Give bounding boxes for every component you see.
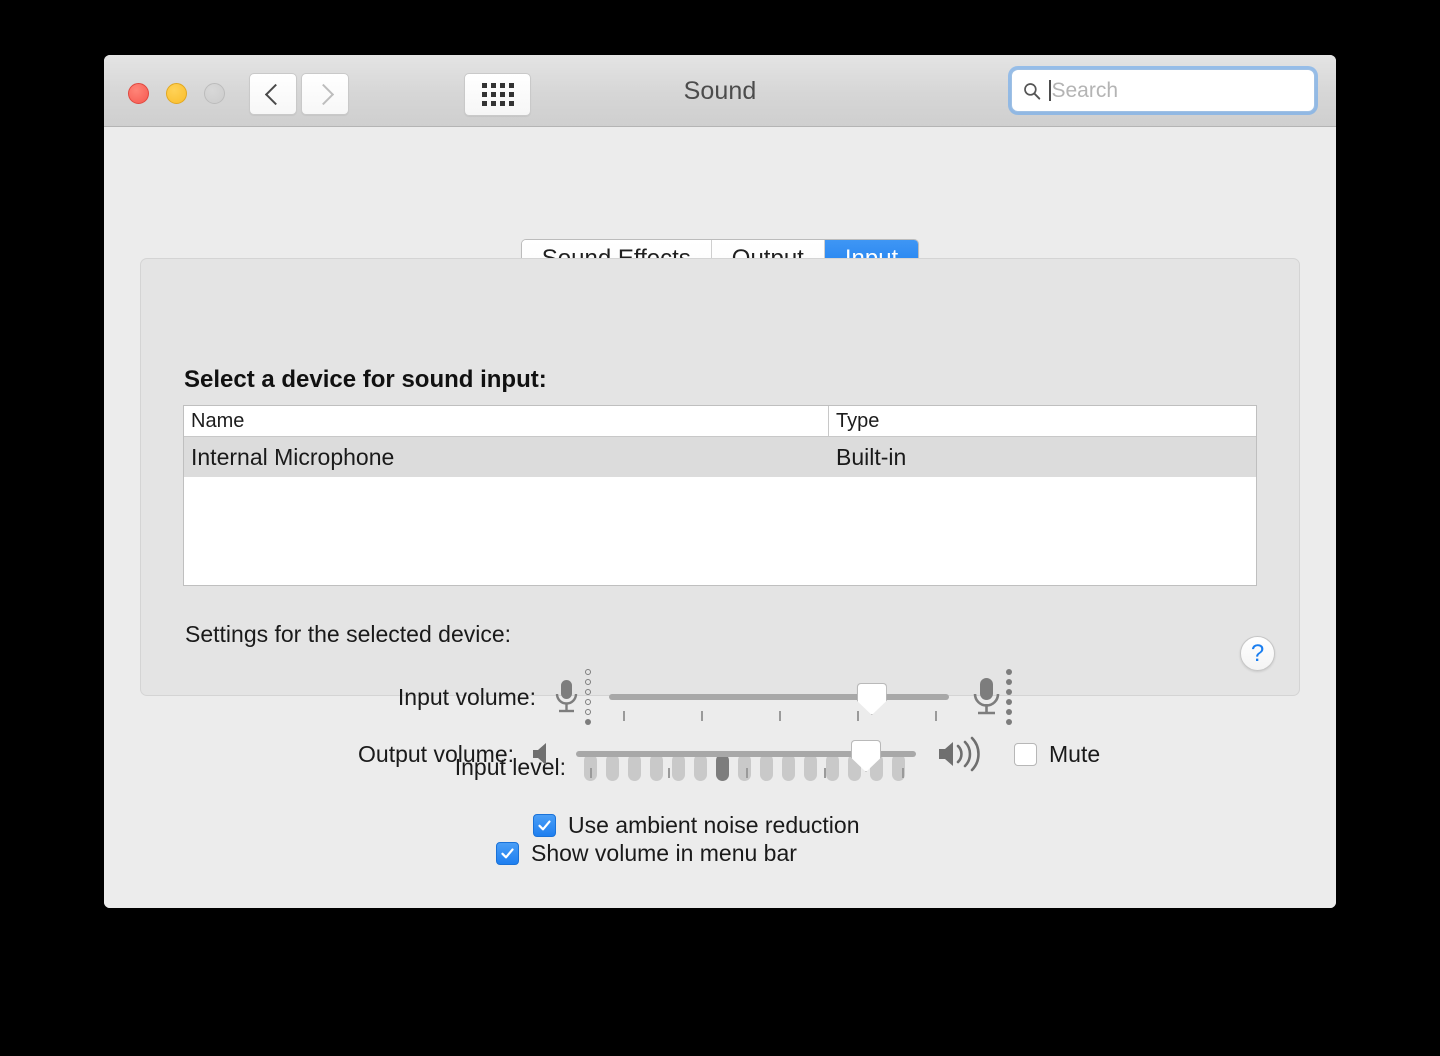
device-name-cell: Internal Microphone: [191, 443, 395, 470]
mute-checkbox[interactable]: [1014, 742, 1037, 766]
mute-label: Mute: [1049, 740, 1101, 767]
input-settings-panel: Select a device for sound input: Name Ty…: [140, 258, 1300, 838]
window-titlebar: Sound Search: [104, 55, 1336, 127]
microphone-high-icon: [971, 669, 1012, 725]
table-header-row: Name Type: [184, 406, 1256, 437]
input-volume-ticks: [609, 711, 949, 723]
ambient-noise-checkbox-row[interactable]: Use ambient noise reduction: [533, 812, 860, 839]
checkmark-icon: [538, 820, 551, 831]
speaker-loud-icon: [939, 736, 980, 772]
ambient-noise-checkbox[interactable]: [533, 814, 556, 837]
table-row[interactable]: Internal Microphone Built-in: [184, 437, 1256, 477]
output-volume-label: Output volume:: [358, 740, 514, 767]
output-volume-row: Output volume: Mute: [264, 734, 1100, 778]
microphone-low-dots: [585, 669, 591, 725]
search-icon: [1024, 82, 1041, 100]
column-header-name[interactable]: Name: [184, 406, 829, 436]
ambient-noise-label: Use ambient noise reduction: [568, 812, 860, 838]
checkmark-icon: [501, 848, 514, 859]
show-volume-checkbox-row[interactable]: Show volume in menu bar: [496, 840, 797, 867]
search-text-cursor: [1049, 80, 1051, 101]
input-volume-label: Input volume:: [397, 683, 536, 710]
show-volume-checkbox[interactable]: [496, 842, 519, 865]
input-volume-slider[interactable]: [609, 677, 949, 721]
input-volume-row: Input volume:: [316, 669, 1012, 725]
select-device-heading: Select a device for sound input:: [184, 366, 547, 393]
microphone-low-icon: [552, 669, 591, 725]
window-body: Sound Effects Output Input Select a devi…: [104, 127, 1336, 908]
mute-checkbox-row[interactable]: Mute: [1014, 741, 1100, 768]
column-header-type[interactable]: Type: [829, 406, 1256, 436]
help-button[interactable]: ?: [1240, 636, 1275, 671]
speaker-mute-icon: [533, 743, 546, 765]
output-volume-slider[interactable]: [576, 734, 916, 778]
input-device-table[interactable]: Name Type Internal Microphone Built-in: [183, 405, 1257, 586]
input-volume-track: [609, 694, 949, 700]
search-field[interactable]: Search: [1011, 69, 1315, 112]
sound-preferences-window: Sound Search Sound Effects Output Input …: [104, 55, 1336, 908]
show-volume-label: Show volume in menu bar: [531, 840, 797, 866]
device-type-cell: Built-in: [836, 443, 907, 470]
settings-for-device-label: Settings for the selected device:: [185, 621, 512, 647]
search-placeholder: Search: [1051, 79, 1119, 102]
output-volume-ticks: [576, 768, 916, 780]
microphone-high-dots: [1006, 669, 1012, 725]
